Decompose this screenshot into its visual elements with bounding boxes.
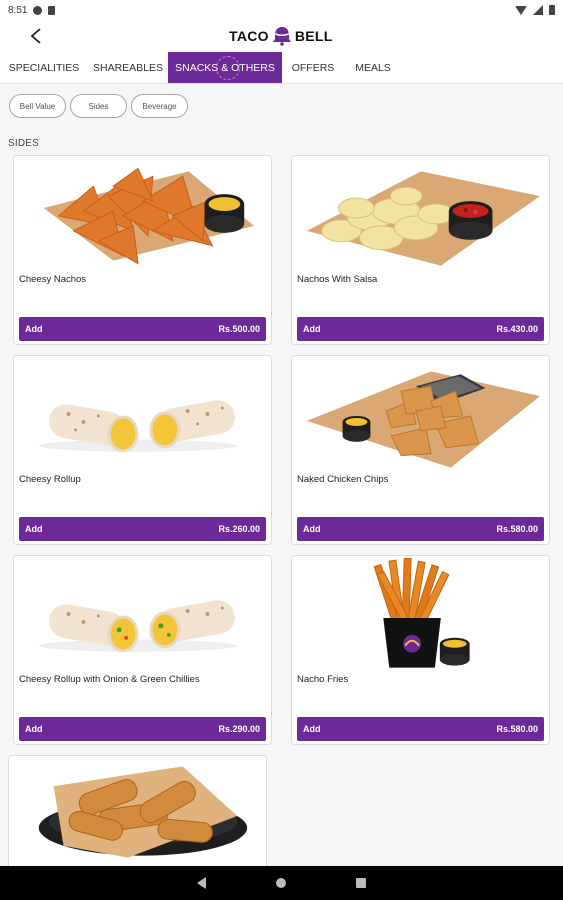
add-to-cart-button[interactable]: Add Rs.580.00 — [297, 517, 544, 541]
add-label: Add — [25, 524, 43, 534]
product-price: Rs.290.00 — [218, 724, 260, 734]
nav-back-icon[interactable] — [197, 877, 206, 889]
sd-card-icon — [48, 5, 56, 15]
sync-icon — [33, 5, 43, 15]
add-label: Add — [25, 724, 43, 734]
add-to-cart-button[interactable]: Add Rs.580.00 — [297, 717, 544, 741]
back-button[interactable] — [24, 24, 48, 48]
product-card[interactable]: Cheesy Nachos Add Rs.500.00 — [13, 155, 272, 345]
tab-specialities[interactable]: SPECIALITIES — [0, 52, 88, 83]
product-card[interactable]: Nachos With Salsa Add Rs.430.00 — [291, 155, 550, 345]
product-card[interactable] — [8, 755, 267, 875]
tab-meals[interactable]: MEALS — [344, 52, 402, 83]
product-name: Naked Chicken Chips — [297, 474, 389, 485]
product-image-cheesy-nachos — [43, 167, 255, 265]
product-price: Rs.260.00 — [218, 524, 260, 534]
app-screen: 8:51 TACO BELL SPECIALITIES SHAREABLES S… — [0, 0, 563, 900]
product-card[interactable]: Naked Chicken Chips Add Rs.580.00 — [291, 355, 550, 545]
product-price: Rs.430.00 — [496, 324, 538, 334]
tab-offers[interactable]: OFFERS — [282, 52, 344, 83]
section-title: SIDES — [8, 138, 40, 149]
bell-logo-icon — [272, 27, 291, 46]
back-arrow-icon — [30, 28, 41, 44]
add-to-cart-button[interactable]: Add Rs.500.00 — [19, 317, 266, 341]
filter-chip-beverage[interactable]: Beverage — [131, 94, 188, 118]
logo-text-left: TACO — [229, 28, 269, 44]
product-price: Rs.500.00 — [218, 324, 260, 334]
product-card[interactable]: Cheesy Rollup with Onion & Green Chillie… — [13, 555, 272, 745]
add-to-cart-button[interactable]: Add Rs.430.00 — [297, 317, 544, 341]
add-label: Add — [303, 724, 321, 734]
signal-icon — [533, 5, 543, 15]
add-to-cart-button[interactable]: Add Rs.290.00 — [19, 717, 266, 741]
add-to-cart-button[interactable]: Add Rs.260.00 — [19, 517, 266, 541]
logo-text-right: BELL — [294, 28, 333, 44]
nav-recents-icon[interactable] — [356, 878, 366, 888]
product-image-cheesy-rollup-onion-chillies — [38, 600, 238, 653]
add-label: Add — [25, 324, 43, 334]
battery-icon — [549, 5, 555, 15]
product-image-naked-chicken-chips — [306, 371, 541, 468]
product-card[interactable]: Cheesy Rollup Add Rs.260.00 — [13, 355, 272, 545]
taco-bell-logo: TACO BELL — [229, 26, 333, 46]
product-image-nachos-with-salsa — [306, 171, 541, 266]
app-bar: TACO BELL — [0, 20, 563, 52]
nav-home-icon[interactable] — [276, 878, 286, 888]
product-name: Nachos With Salsa — [297, 274, 378, 285]
product-name: Cheesy Rollup with Onion & Green Chillie… — [19, 674, 200, 685]
product-image-nacho-fries — [373, 557, 470, 668]
status-bar: 8:51 — [0, 0, 563, 20]
filter-chip-bell-value[interactable]: Bell Value — [9, 94, 66, 118]
product-image-chicken-strips — [38, 766, 248, 858]
add-label: Add — [303, 524, 321, 534]
status-time: 8:51 — [8, 4, 28, 16]
product-card[interactable]: Nacho Fries Add Rs.580.00 — [291, 555, 550, 745]
product-image-cheesy-rollup — [38, 400, 238, 453]
filter-chip-sides[interactable]: Sides — [70, 94, 127, 118]
product-name: Cheesy Nachos — [19, 274, 87, 285]
wifi-icon — [515, 5, 527, 15]
system-navigation-bar — [0, 866, 563, 900]
product-price: Rs.580.00 — [496, 724, 538, 734]
product-name: Nacho Fries — [297, 674, 349, 685]
tab-snacks-and-others[interactable]: SNACKS & OTHERS — [168, 52, 282, 83]
tab-shareables[interactable]: SHAREABLES — [88, 52, 168, 83]
filter-chips: Bell Value Sides Beverage — [9, 94, 188, 118]
product-name: Cheesy Rollup — [19, 474, 81, 485]
product-price: Rs.580.00 — [496, 524, 538, 534]
add-label: Add — [303, 324, 321, 334]
category-tabs: SPECIALITIES SHAREABLES SNACKS & OTHERS … — [0, 52, 563, 84]
